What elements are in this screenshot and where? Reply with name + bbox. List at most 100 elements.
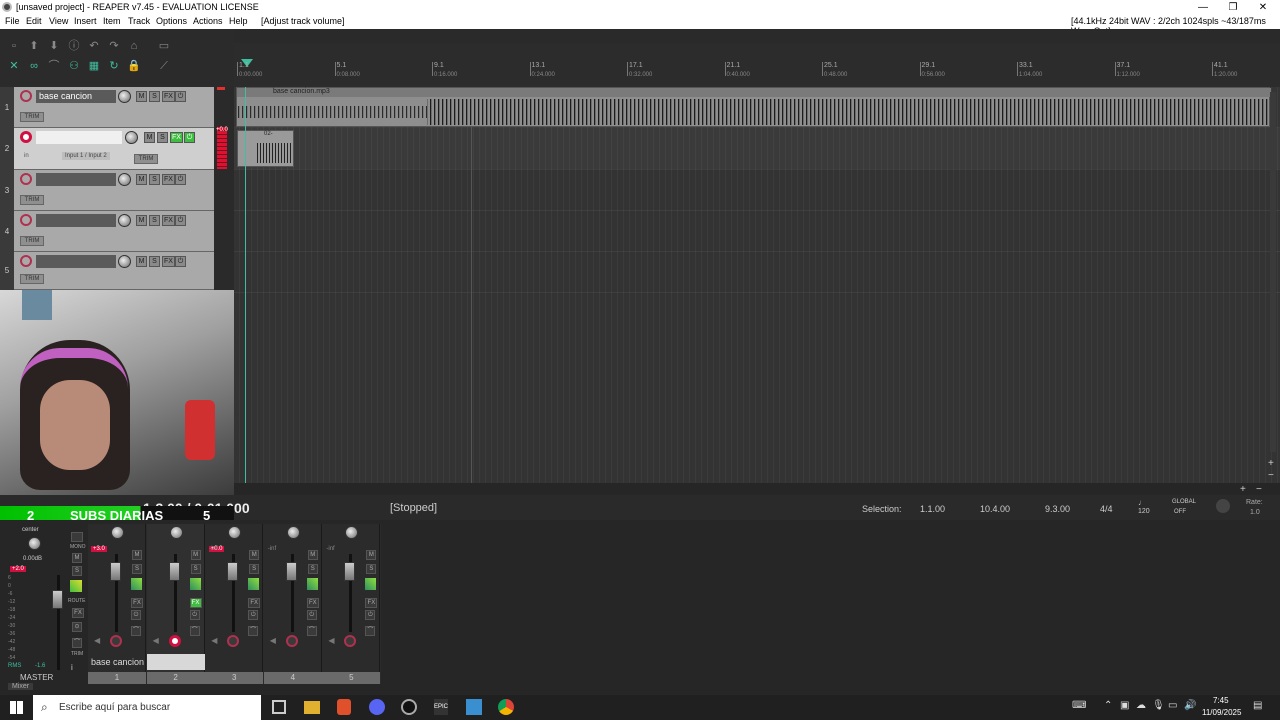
taskbar-search[interactable]: ⌕ Escribe aquí para buscar bbox=[33, 695, 261, 720]
master-mute-button[interactable]: M bbox=[72, 553, 82, 563]
track-name-field[interactable]: base cancion bbox=[36, 90, 116, 103]
track-name-field[interactable] bbox=[36, 255, 116, 268]
mixer-phase-icon[interactable]: ◀ bbox=[153, 636, 159, 645]
mixer-strip-5[interactable]: -inf M S FX ⏻ ⌒ ◀ 5 bbox=[322, 524, 381, 684]
vertical-scrollbar[interactable] bbox=[1270, 92, 1276, 452]
app-icon[interactable] bbox=[466, 699, 482, 715]
mixer-solo-button[interactable]: S bbox=[132, 564, 142, 574]
menu-insert[interactable]: Insert bbox=[74, 16, 97, 26]
mixer-volume-fader[interactable] bbox=[110, 562, 121, 581]
epic-games-icon[interactable]: EPIC bbox=[434, 699, 448, 715]
track-mute-button[interactable]: M bbox=[136, 174, 147, 185]
fx-bypass-icon[interactable]: ⏻ bbox=[184, 132, 195, 143]
track-header-3[interactable]: M S FX ⏻ TRIM bbox=[14, 170, 214, 211]
master-route-icon[interactable] bbox=[70, 580, 82, 592]
mixer-envelope-icon[interactable]: ⌒ bbox=[306, 626, 317, 636]
mixer-volume-fader[interactable] bbox=[227, 562, 239, 581]
keyboard-icon[interactable]: ⌨ bbox=[1072, 700, 1086, 711]
task-view-icon[interactable] bbox=[272, 700, 286, 714]
loop-icon[interactable]: ↻ bbox=[107, 59, 121, 73]
mixer-track-number[interactable]: 4 bbox=[263, 672, 322, 684]
fx-bypass-icon[interactable]: ⏻ bbox=[175, 256, 186, 267]
mixer-route-icon[interactable] bbox=[306, 578, 318, 590]
track-volume-knob[interactable] bbox=[118, 255, 131, 268]
track-header-4[interactable]: M S FX ⏻ TRIM bbox=[14, 211, 214, 252]
global-automation-label[interactable]: GLOBAL bbox=[1172, 499, 1196, 505]
timeline-ruler[interactable]: 1.1 0:00.000 5.1 0:08.000 9.1 0:16.000 13.1 0:2… bbox=[234, 29, 1280, 87]
track-mute-button[interactable]: M bbox=[136, 256, 147, 267]
mixer-mute-button[interactable]: M bbox=[307, 550, 318, 560]
master-solo-button[interactable]: S bbox=[72, 566, 82, 576]
mixer-track-number[interactable]: 3 bbox=[205, 672, 264, 684]
track-fx-button[interactable]: FX bbox=[162, 91, 175, 102]
mixer-envelope-icon[interactable]: ⌒ bbox=[189, 626, 200, 636]
record-input-select[interactable]: Input 1 / Input 2 bbox=[62, 152, 110, 160]
menu-options[interactable]: Options bbox=[156, 16, 187, 26]
undo-icon[interactable]: ↶ bbox=[87, 39, 101, 53]
mixer-solo-button[interactable]: S bbox=[366, 564, 377, 574]
item-grouping-icon[interactable]: ⚇ bbox=[67, 59, 81, 73]
notifications-icon[interactable]: ▤ bbox=[1253, 700, 1262, 711]
mixer-volume-fader[interactable] bbox=[344, 562, 356, 581]
ruler-region-lane[interactable] bbox=[234, 29, 1280, 43]
cursor-tool-icon[interactable]: ⟋ bbox=[157, 59, 171, 73]
track-mute-button[interactable]: M bbox=[136, 91, 147, 102]
redo-icon[interactable]: ↷ bbox=[107, 39, 121, 53]
record-arm-button[interactable] bbox=[20, 131, 32, 143]
mixer-solo-button[interactable]: S bbox=[190, 564, 201, 574]
menu-edit[interactable]: Edit bbox=[26, 16, 42, 26]
zoom-in-v-icon[interactable]: + bbox=[1268, 458, 1274, 469]
menu-file[interactable]: File bbox=[5, 16, 20, 26]
track-solo-button[interactable]: S bbox=[149, 174, 160, 185]
track-solo-button[interactable]: S bbox=[157, 132, 168, 143]
info-icon[interactable]: i bbox=[71, 663, 73, 672]
mixer-track2-name-field[interactable] bbox=[147, 654, 205, 670]
mixer-envelope-icon[interactable]: ⌒ bbox=[365, 626, 376, 636]
track-volume-knob[interactable] bbox=[118, 214, 131, 227]
record-arm-button[interactable] bbox=[20, 90, 32, 102]
network-icon[interactable]: ▭ bbox=[1168, 700, 1177, 711]
record-arm-button[interactable] bbox=[20, 214, 32, 226]
clock-time[interactable]: 7:45 bbox=[1213, 696, 1229, 705]
mixer-fx-button[interactable]: FX bbox=[131, 598, 143, 608]
track-name-field[interactable] bbox=[36, 173, 116, 186]
track-envelope-trim-button[interactable]: TRIM bbox=[134, 154, 158, 164]
mixer-pan-knob[interactable] bbox=[169, 526, 183, 539]
mixer-fx-bypass-icon[interactable]: ⏻ bbox=[131, 610, 141, 620]
track-envelope-trim-button[interactable]: TRIM bbox=[20, 195, 44, 205]
track-header-5[interactable]: M S FX ⏻ TRIM bbox=[14, 252, 214, 290]
track-volume-knob[interactable] bbox=[118, 173, 131, 186]
mixer-fx-bypass-icon[interactable]: ⏻ bbox=[306, 610, 317, 620]
track-mute-button[interactable]: M bbox=[136, 215, 147, 226]
mixer-mute-button[interactable]: M bbox=[190, 550, 201, 560]
clock-date[interactable]: 11/09/2025 bbox=[1202, 708, 1241, 717]
mixer-solo-button[interactable]: S bbox=[249, 564, 260, 574]
fx-bypass-icon[interactable]: ⏻ bbox=[175, 174, 186, 185]
selection-start[interactable]: 1.1.00 bbox=[920, 504, 945, 514]
mixer-fx-button[interactable]: FX bbox=[248, 598, 261, 608]
menu-actions[interactable]: Actions bbox=[193, 16, 223, 26]
minimize-button[interactable]: — bbox=[1188, 0, 1218, 15]
mixer-fx-button[interactable]: FX bbox=[306, 598, 319, 608]
mixer-mute-button[interactable]: M bbox=[132, 550, 142, 560]
mixer-phase-icon[interactable]: ◀ bbox=[211, 636, 217, 645]
metronome-small-icon[interactable]: ♩ bbox=[1138, 498, 1146, 507]
cloud-icon[interactable]: ☁ bbox=[1136, 700, 1146, 711]
track-volume-knob[interactable] bbox=[118, 90, 131, 103]
master-fx-button[interactable]: FX bbox=[72, 608, 84, 618]
mixer-strip-4[interactable]: -inf M S FX ⏻ ⌒ ◀ 4 bbox=[263, 524, 322, 684]
mixer-route-icon[interactable] bbox=[131, 578, 142, 590]
mixer-phase-icon[interactable]: ◀ bbox=[94, 636, 100, 645]
track-number[interactable]: 5 bbox=[0, 252, 14, 290]
mixer-pan-knob[interactable] bbox=[345, 526, 359, 539]
master-env-button[interactable]: ⊙ bbox=[72, 622, 82, 632]
track-envelope-trim-button[interactable]: TRIM bbox=[20, 236, 44, 246]
menu-view[interactable]: View bbox=[49, 16, 68, 26]
ripple-editing-icon[interactable]: ✕ bbox=[7, 59, 21, 73]
mixer-record-arm-button[interactable] bbox=[344, 635, 357, 647]
track-mute-button[interactable]: M bbox=[144, 132, 155, 143]
track-fx-button[interactable]: FX bbox=[162, 215, 175, 226]
menu-item[interactable]: Item bbox=[103, 16, 121, 26]
metronome-icon[interactable]: ⌂ bbox=[127, 39, 141, 53]
file-explorer-icon[interactable] bbox=[304, 701, 320, 714]
